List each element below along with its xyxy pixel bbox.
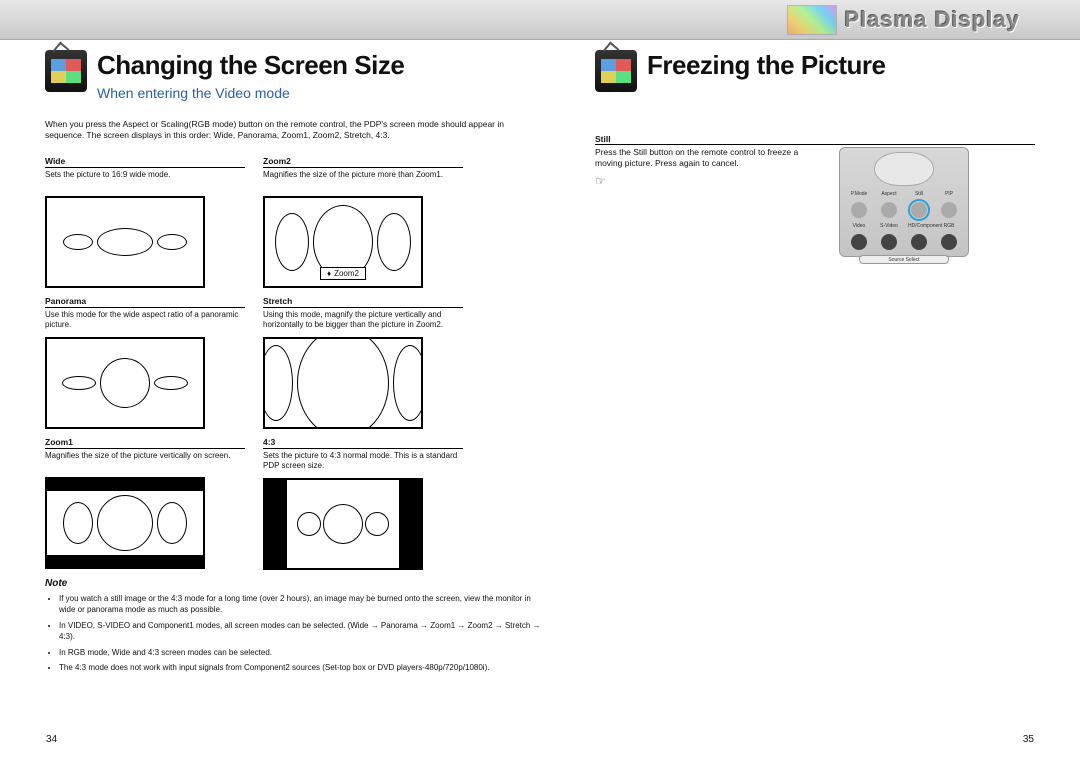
mode-heading: 4:3 bbox=[263, 437, 463, 449]
remote-label: S-Video bbox=[878, 223, 900, 229]
section-header-left: Changing the Screen Size When entering t… bbox=[45, 50, 545, 101]
zoom2-indicator: ♦Zoom2 bbox=[320, 267, 366, 280]
mode-heading: Zoom1 bbox=[45, 437, 245, 449]
hand-icon: ☞ bbox=[595, 174, 825, 188]
mode-desc: Sets the picture to 4:3 normal mode. Thi… bbox=[263, 451, 463, 472]
brand-title: Plasma Display bbox=[845, 7, 1020, 33]
page-number-left: 34 bbox=[46, 734, 57, 745]
remote-button-rgb bbox=[941, 234, 957, 250]
still-heading: Still bbox=[595, 134, 1035, 145]
mode-thumb-panorama bbox=[45, 337, 205, 429]
logo-chip-graphic bbox=[787, 5, 837, 35]
mode-heading: Panorama bbox=[45, 296, 245, 308]
note-item: In VIDEO, S-VIDEO and Component1 modes, … bbox=[59, 620, 545, 643]
mode-desc: Using this mode, magnify the picture ver… bbox=[263, 310, 463, 331]
left-column: Changing the Screen Size When entering t… bbox=[45, 50, 545, 678]
note-list: If you watch a still image or the 4:3 mo… bbox=[59, 593, 545, 675]
still-body: Press the Still button on the remote con… bbox=[595, 147, 1035, 257]
mode-stretch: Stretch Using this mode, magnify the pic… bbox=[263, 296, 463, 429]
mode-4-3: 4:3 Sets the picture to 4:3 normal mode.… bbox=[263, 437, 463, 570]
mode-desc: Sets the picture to 16:9 wide mode. bbox=[45, 170, 245, 190]
remote-label: Aspect bbox=[878, 191, 900, 197]
mode-heading: Zoom2 bbox=[263, 156, 463, 168]
mode-thumb-stretch bbox=[263, 337, 423, 429]
remote-label: RGB bbox=[938, 223, 960, 229]
remote-button-pmode bbox=[851, 202, 867, 218]
remote-control-graphic: P.Mode Aspect Still PIP Video S-Video HD… bbox=[839, 147, 969, 257]
remote-label: HD/Component bbox=[908, 223, 930, 229]
remote-label: P.Mode bbox=[848, 191, 870, 197]
remote-button-video bbox=[851, 234, 867, 250]
mode-desc: Use this mode for the wide aspect ratio … bbox=[45, 310, 245, 331]
mode-heading: Stretch bbox=[263, 296, 463, 308]
modes-grid: Wide Sets the picture to 16:9 wide mode.… bbox=[45, 156, 545, 570]
mode-wide: Wide Sets the picture to 16:9 wide mode. bbox=[45, 156, 245, 288]
mode-desc: Magnifies the size of the picture more t… bbox=[263, 170, 463, 190]
mode-thumb-zoom1 bbox=[45, 477, 205, 569]
remote-button-pip bbox=[941, 202, 957, 218]
remote-label: Still bbox=[908, 191, 930, 197]
tv-icon bbox=[595, 50, 637, 92]
remote-button-still bbox=[911, 202, 927, 218]
note-item: The 4:3 mode does not work with input si… bbox=[59, 662, 545, 674]
remote-dpad bbox=[874, 152, 934, 186]
remote-button-svideo bbox=[881, 234, 897, 250]
remote-source-select: Source Select bbox=[859, 255, 949, 264]
mode-thumb-wide bbox=[45, 196, 205, 288]
note-item: In RGB mode, Wide and 4:3 screen modes c… bbox=[59, 647, 545, 659]
right-column: Freezing the Picture Still Press the Sti… bbox=[595, 50, 1035, 678]
remote-label: Video bbox=[848, 223, 870, 229]
note-item: If you watch a still image or the 4:3 mo… bbox=[59, 593, 545, 616]
note-title: Note bbox=[45, 578, 545, 589]
header-bar: Plasma Display bbox=[0, 0, 1080, 40]
page-number-right: 35 bbox=[1023, 734, 1034, 745]
right-title: Freezing the Picture bbox=[647, 50, 886, 81]
mode-thumb-zoom2: ♦Zoom2 bbox=[263, 196, 423, 288]
still-section: Still bbox=[595, 134, 1035, 145]
tv-icon bbox=[45, 50, 87, 92]
mode-desc: Magnifies the size of the picture vertic… bbox=[45, 451, 245, 471]
remote-button-aspect bbox=[881, 202, 897, 218]
mode-thumb-4-3 bbox=[263, 478, 423, 570]
mode-heading: Wide bbox=[45, 156, 245, 168]
note-block: Note If you watch a still image or the 4… bbox=[45, 578, 545, 675]
mode-zoom1: Zoom1 Magnifies the size of the picture … bbox=[45, 437, 245, 570]
left-subtitle: When entering the Video mode bbox=[97, 85, 404, 101]
still-text: Press the Still button on the remote con… bbox=[595, 147, 825, 170]
section-header-right: Freezing the Picture bbox=[595, 50, 1035, 92]
remote-button-component bbox=[911, 234, 927, 250]
mode-zoom2: Zoom2 Magnifies the size of the picture … bbox=[263, 156, 463, 288]
remote-label: PIP bbox=[938, 191, 960, 197]
page-content: Changing the Screen Size When entering t… bbox=[0, 40, 1080, 678]
left-title: Changing the Screen Size bbox=[97, 50, 404, 81]
intro-paragraph: When you press the Aspect or Scaling(RGB… bbox=[45, 119, 545, 142]
mode-panorama: Panorama Use this mode for the wide aspe… bbox=[45, 296, 245, 429]
